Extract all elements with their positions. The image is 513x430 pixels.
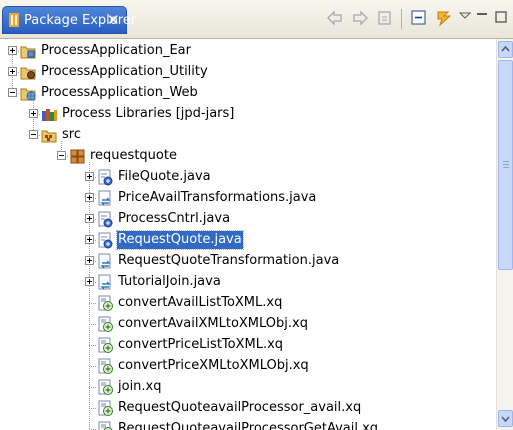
view-menu-icon[interactable] [458,8,472,28]
collapse-icon[interactable] [29,130,38,139]
vertical-scrollbar[interactable] [496,39,513,430]
tree-item[interactable]: ProcessApplication_Web [0,83,496,104]
tree-item[interactable]: src [0,125,496,146]
tree-item[interactable]: FileQuote.java [0,167,496,188]
toolbar-separator [401,9,402,29]
web-project-icon [20,85,37,102]
java-process-icon [97,211,114,228]
scroll-up-button[interactable] [498,41,513,58]
scroll-thumb[interactable] [498,60,513,270]
expand-icon[interactable] [85,235,94,244]
tree-item-label[interactable]: src [61,126,82,144]
xquery-icon [97,379,114,396]
tree-item-label[interactable]: join.xq [117,378,163,396]
tab-package-explorer[interactable]: Package Explorer ✕ [2,6,136,34]
tree-item-label[interactable]: RequestQuote.java [116,230,244,250]
tree-item-label[interactable]: RequestQuoteavailProcessorGetAvail.xq [117,420,379,430]
java-process-icon [97,169,114,186]
tree-item-label[interactable]: convertAvailListToXML.xq [117,294,283,312]
collapse-all-icon[interactable] [409,8,429,28]
tree-item[interactable]: ProcessCntrl.java [0,209,496,230]
expand-icon[interactable] [8,67,17,76]
chevron-down-icon [501,416,510,423]
tree-item[interactable]: RequestQuoteavailProcessorGetAvail.xq [0,419,496,430]
minimize-icon[interactable] [475,8,489,28]
expand-icon[interactable] [85,214,94,223]
tree-item-label[interactable]: ProcessApplication_Ear [40,42,192,60]
project-tree: ProcessApplication_Ear ProcessApplication… [0,39,496,430]
tree-item-label[interactable]: requestquote [89,147,178,165]
tree-item[interactable]: requestquote [0,146,496,167]
expand-icon[interactable] [29,109,38,118]
tree-item[interactable]: join.xq [0,377,496,398]
source-folder-icon [41,127,58,144]
transformation-icon [97,190,114,207]
tree-item[interactable]: convertPriceXMLtoXMLObj.xq [0,356,496,377]
tree-item[interactable]: RequestQuoteTransformation.java [0,251,496,272]
tree-item-label[interactable]: convertPriceXMLtoXMLObj.xq [117,357,310,375]
collapse-icon[interactable] [57,151,66,160]
chevron-up-icon [501,45,510,52]
tree-item-label[interactable]: ProcessApplication_Utility [40,63,209,81]
tree-item-label[interactable]: ProcessApplication_Web [40,84,199,102]
utility-project-icon [20,64,37,81]
expand-icon[interactable] [85,172,94,181]
library-icon [41,106,58,123]
expand-icon[interactable] [85,256,94,265]
tree-item-label[interactable]: TutorialJoin.java [117,273,222,291]
package-icon [69,148,86,165]
tree-item-label[interactable]: RequestQuoteTransformation.java [117,252,340,270]
java-process-icon [97,232,114,249]
view-tab-bar: Package Explorer ✕ [0,0,513,39]
tree-item[interactable]: ProcessApplication_Ear [0,41,496,62]
xquery-icon [97,421,114,430]
tree-item-label[interactable]: RequestQuoteavailProcessor_avail.xq [117,399,362,417]
forward-icon[interactable] [350,8,370,28]
xquery-icon [97,400,114,417]
xquery-icon [97,337,114,354]
tree-item[interactable]: TutorialJoin.java [0,272,496,293]
package-explorer-view: Package Explorer ✕ ProcessApplication_Ea… [0,0,513,430]
tree-item[interactable]: convertPriceListToXML.xq [0,335,496,356]
tree-item-label[interactable]: convertAvailXMLtoXMLObj.xq [117,315,309,333]
back-icon[interactable] [325,8,345,28]
tree-item[interactable]: RequestQuote.java [0,230,496,251]
tree-item-label[interactable]: ProcessCntrl.java [117,210,231,228]
tree-item[interactable]: RequestQuoteavailProcessor_avail.xq [0,398,496,419]
home-icon[interactable] [375,8,395,28]
transformation-icon [97,253,114,270]
package-explorer-icon [9,13,19,27]
ear-project-icon [20,43,37,60]
expand-icon[interactable] [8,46,17,55]
tree-item-label[interactable]: PriceAvailTransformations.java [117,189,317,207]
tree-item[interactable]: Process Libraries [jpd-jars] [0,104,496,125]
link-with-editor-icon[interactable] [434,8,454,28]
tree-item-label[interactable]: FileQuote.java [117,168,212,186]
scroll-down-button[interactable] [498,410,513,427]
expand-icon[interactable] [85,277,94,286]
tree-item[interactable]: ProcessApplication_Utility [0,62,496,83]
tree-item[interactable]: PriceAvailTransformations.java [0,188,496,209]
xquery-icon [97,358,114,375]
maximize-icon[interactable] [494,8,508,28]
tree-item[interactable]: convertAvailListToXML.xq [0,293,496,314]
collapse-icon[interactable] [8,88,17,97]
tree-item-label[interactable]: Process Libraries [jpd-jars] [61,105,235,123]
expand-icon[interactable] [85,193,94,202]
xquery-icon [97,295,114,312]
tree-item[interactable]: convertAvailXMLtoXMLObj.xq [0,314,496,335]
transformation-icon [97,274,114,291]
tree-item-label[interactable]: convertPriceListToXML.xq [117,336,284,354]
xquery-icon [97,316,114,333]
close-icon[interactable]: ✕ [107,10,120,30]
